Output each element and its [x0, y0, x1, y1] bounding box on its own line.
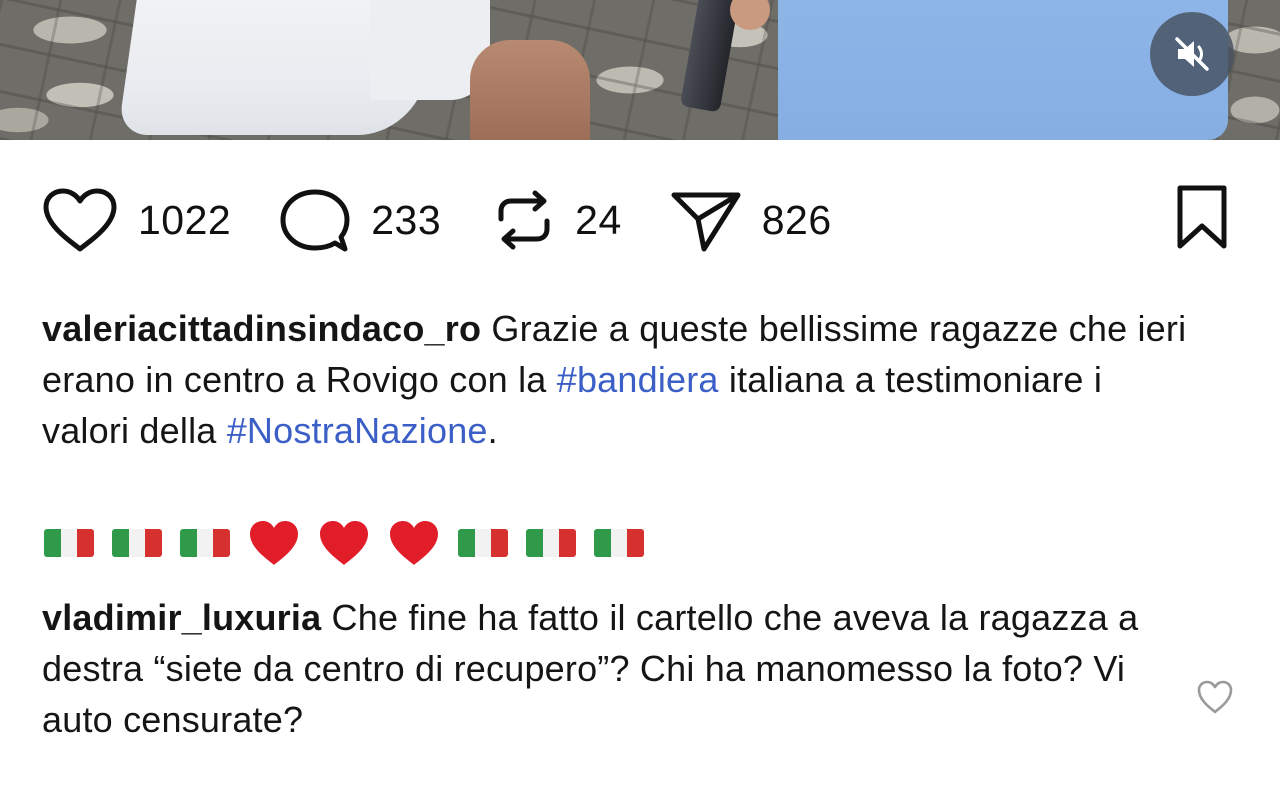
share-count: 826: [761, 196, 832, 243]
comment-like-button[interactable]: [1196, 678, 1234, 716]
repost-button[interactable]: 24: [493, 189, 622, 251]
red-heart-icon: [250, 521, 298, 565]
repost-arrows-icon: [498, 190, 550, 250]
mute-button[interactable]: [1150, 12, 1234, 96]
italy-flag-icon: [112, 529, 162, 557]
italy-flag-icon: [458, 529, 508, 557]
like-count: 1022: [138, 196, 232, 243]
italy-flag-icon: [44, 529, 94, 557]
italy-flag-icon: [180, 529, 230, 557]
speaker-muted-icon: [1175, 37, 1209, 71]
comment-count: 233: [371, 196, 442, 243]
repost-count: 24: [575, 196, 622, 243]
italy-flag-icon: [594, 529, 644, 557]
post-action-bar: 1022 233 24 826: [42, 184, 1232, 256]
leg: [470, 40, 590, 140]
hashtag-link[interactable]: #bandiera: [557, 359, 719, 400]
comment-button[interactable]: 233: [279, 187, 441, 253]
caption-emoji-row: [44, 517, 644, 569]
italy-flag-icon: [526, 529, 576, 557]
like-button[interactable]: 1022: [42, 187, 231, 253]
caption-text: .: [487, 410, 498, 451]
comment-bubble-icon: [280, 189, 350, 252]
red-heart-icon: [390, 521, 438, 565]
post-media[interactable]: [0, 0, 1280, 140]
bookmark-icon: [1177, 185, 1227, 248]
heart-outline-icon: [43, 188, 117, 252]
comment-username[interactable]: vladimir_luxuria: [42, 597, 321, 638]
caption-username[interactable]: valeriacittadinsindaco_ro: [42, 308, 481, 349]
comment-item: vladimir_luxuria Che fine ha fatto il ca…: [42, 592, 1162, 745]
hashtag-link[interactable]: #NostraNazione: [227, 410, 488, 451]
share-button[interactable]: 826: [670, 187, 832, 253]
post-caption: valeriacittadinsindaco_ro Grazie a quest…: [42, 303, 1192, 456]
red-heart-icon: [320, 521, 368, 565]
paper-plane-icon: [671, 192, 741, 252]
save-button[interactable]: [1172, 184, 1232, 257]
